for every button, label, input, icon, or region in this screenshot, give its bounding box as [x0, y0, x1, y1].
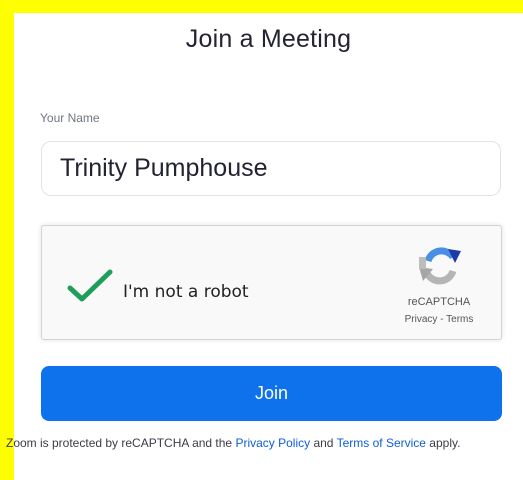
terms-of-service-link[interactable]: Terms of Service	[337, 436, 426, 450]
recaptcha-terms-link[interactable]: Terms	[446, 314, 473, 325]
your-name-input[interactable]	[41, 141, 501, 196]
checkmark-icon[interactable]	[66, 268, 114, 304]
recaptcha-notice: Zoom is protected by reCAPTCHA and the P…	[6, 436, 460, 450]
recaptcha-privacy-link[interactable]: Privacy	[405, 314, 438, 325]
footer-suffix: apply.	[425, 436, 461, 450]
recaptcha-brand: reCAPTCHA	[407, 296, 471, 308]
privacy-policy-link[interactable]: Privacy Policy	[235, 436, 310, 450]
footer-prefix: Zoom is protected by reCAPTCHA and the	[6, 436, 236, 450]
recaptcha-links: Privacy - Terms	[391, 314, 487, 325]
recaptcha-logo-icon	[419, 247, 461, 285]
captcha-label: I'm not a robot	[123, 282, 249, 302]
page-title: Join a Meeting	[185, 25, 352, 53]
recaptcha-link-separator: -	[437, 314, 447, 325]
your-name-label: Your Name	[40, 111, 100, 125]
footer-middle: and	[310, 436, 337, 450]
join-button[interactable]: Join	[41, 366, 502, 421]
recaptcha-widget: I'm not a robot reCAPTCHA Privacy - Term…	[41, 225, 502, 340]
join-meeting-panel: Join a Meeting Your Name I'm not a robot…	[14, 13, 523, 480]
